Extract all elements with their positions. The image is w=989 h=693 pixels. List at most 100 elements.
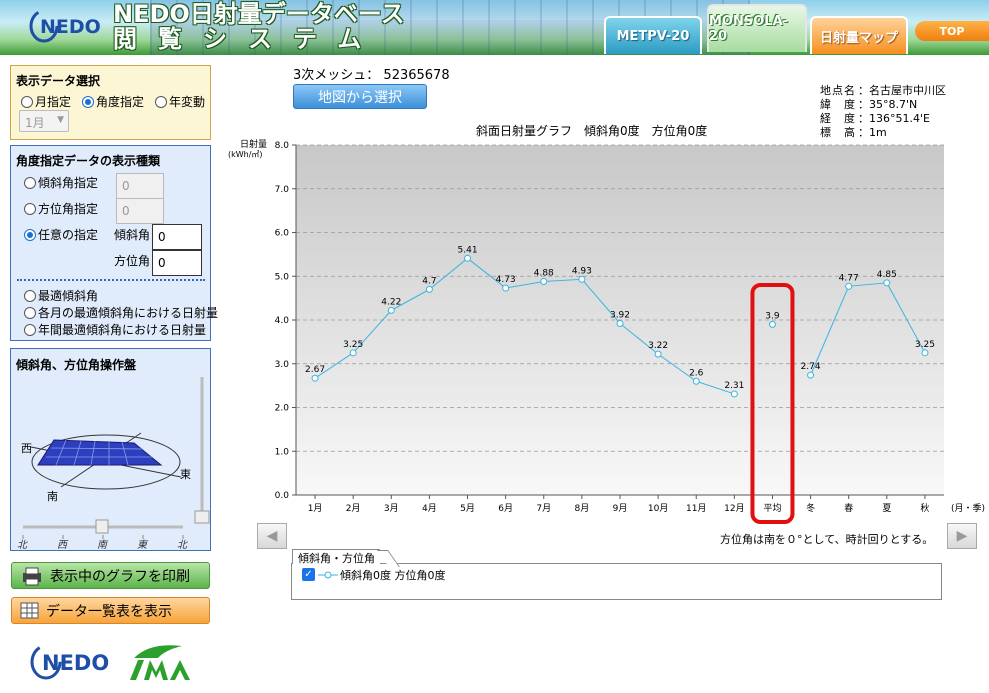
radio-angle-circle[interactable] — [82, 96, 94, 108]
show-data-table-button[interactable]: データ一覧表を表示 — [11, 597, 210, 624]
nedo-logo[interactable]: NEDO — [28, 7, 106, 45]
azimuth-note: 方位角は南を０°として、時計回りとする。 — [720, 533, 934, 546]
location-info: 地点名 ：名古屋市中川区 緯 度：35°8.7'N 経 度：136°51.4'E … — [820, 84, 946, 140]
chart-next-button[interactable]: ▶ — [947, 523, 977, 549]
x-tick-label: 夏 — [882, 503, 891, 514]
radio-yearly-circle[interactable] — [155, 96, 167, 108]
data-label: 3.25 — [343, 340, 363, 350]
south-label: 南 — [47, 490, 58, 503]
select-from-map-button[interactable]: 地図から選択 — [293, 84, 427, 109]
data-label: 2.6 — [689, 368, 704, 378]
tab-metpv-20[interactable]: METPV-20 — [604, 16, 702, 54]
radio-tilt-spec-circle[interactable] — [24, 177, 36, 189]
legend-series-marker — [318, 571, 338, 579]
radio-azimuth-spec-circle[interactable] — [24, 203, 36, 215]
y-tick-label: 2.0 — [275, 404, 290, 414]
data-point — [464, 254, 472, 262]
radio-azimuth-spec-label: 方位角指定 — [38, 202, 99, 216]
location-row-lon: 経 度：136°51.4'E — [820, 112, 930, 125]
radio-monthly-optimal-circle[interactable] — [24, 307, 36, 319]
y-axis-unit: (kWh/㎡) — [228, 150, 263, 159]
angle-operation-panel: 傾斜角、方位角操作盤 西 東 南 北 西 南 東 北 — [10, 348, 211, 551]
legend-checkbox[interactable]: ✓ — [302, 568, 315, 581]
print-graph-button[interactable]: 表示中のグラフを印刷 — [11, 562, 210, 589]
azimuth-slider-handle[interactable] — [95, 519, 109, 534]
radio-optimal-tilt-circle[interactable] — [24, 290, 36, 302]
data-point — [921, 349, 929, 357]
radio-angle[interactable]: 角度指定 — [82, 93, 144, 110]
data-label: 2.31 — [724, 381, 744, 391]
radio-monthly[interactable]: 月指定 — [21, 93, 71, 110]
radio-monthly-optimal-label: 各月の最適傾斜角における日射量 — [38, 306, 219, 320]
show-data-table-label: データ一覧表を表示 — [46, 603, 172, 620]
top-button[interactable]: TOP — [915, 21, 989, 41]
data-label: 4.93 — [572, 266, 592, 276]
x-tick-label: 1月 — [308, 503, 323, 514]
data-point — [578, 275, 586, 283]
chart-prev-button[interactable]: ◀ — [257, 523, 287, 549]
x-tick-label: 冬 — [806, 502, 815, 514]
data-label: 2.74 — [801, 362, 821, 372]
custom-tilt-input[interactable]: 0 — [152, 224, 202, 250]
printer-icon — [23, 567, 41, 585]
azimuth-spec-input[interactable]: 0 — [116, 198, 164, 224]
data-point — [692, 377, 700, 385]
chevron-right-icon: ▶ — [956, 528, 968, 544]
data-label: 2.67 — [305, 365, 325, 375]
display-data-panel: 表示データ選択 月指定 角度指定 年変動 1月 ▼ — [10, 65, 211, 140]
y-tick-label: 5.0 — [275, 272, 290, 282]
data-point — [349, 349, 357, 357]
scale-south: 南 — [97, 539, 109, 551]
data-label: 4.85 — [877, 270, 897, 280]
data-label: 4.77 — [839, 273, 859, 283]
footer-logos: NEDO — [30, 644, 190, 680]
site-title-line2: 閲覧システム — [113, 25, 383, 53]
radio-azimuth-spec[interactable]: 方位角指定 — [24, 200, 98, 217]
dotted-divider — [17, 279, 205, 281]
radio-yearly[interactable]: 年変動 — [155, 93, 205, 110]
east-label: 東 — [180, 468, 191, 481]
mesh-label: 3次メッシュ： — [293, 68, 380, 83]
location-row-lat: 緯 度：35°8.7'N — [820, 98, 918, 111]
print-graph-label: 表示中のグラフを印刷 — [50, 568, 190, 585]
tab-irradiance-map[interactable]: 日射量マップ — [810, 16, 908, 54]
radio-custom-spec[interactable]: 任意の指定 — [24, 226, 98, 243]
radio-custom-spec-label: 任意の指定 — [38, 228, 99, 242]
radio-tilt-spec[interactable]: 傾斜角指定 — [24, 174, 98, 191]
irradiance-chart: 日射量 (kWh/㎡) 0.0 1.0 2.0 3.0 4.0 5.0 6.0 7.0 8.0 1… — [228, 138, 985, 524]
scale-north-right: 北 — [177, 539, 188, 551]
tilt-spec-input[interactable]: 0 — [116, 173, 164, 199]
data-point — [425, 285, 433, 293]
data-point — [883, 279, 891, 287]
radio-yearly-label: 年変動 — [169, 95, 206, 109]
data-label: 3.9 — [765, 311, 780, 321]
nedo-footer-logo: NEDO — [30, 644, 109, 680]
x-tick-label: 5月 — [460, 503, 475, 514]
radio-annual-optimal[interactable]: 年間最適傾斜角における日射量 — [24, 321, 206, 338]
month-select[interactable]: 1月 ▼ — [19, 110, 69, 132]
data-point — [540, 278, 548, 285]
radio-annual-optimal-circle[interactable] — [24, 324, 36, 336]
nedo-logo-text: NEDO — [40, 16, 101, 38]
y-tick-label: 6.0 — [275, 229, 290, 239]
radio-monthly-label: 月指定 — [35, 95, 72, 109]
custom-azimuth-label: 方位角 — [114, 254, 151, 268]
y-tick-label: 4.0 — [275, 316, 290, 326]
y-axis-label: 日射量 — [240, 138, 267, 150]
tilt-slider-handle[interactable] — [194, 510, 210, 524]
x-tick-label: 7月 — [536, 503, 551, 514]
radio-monthly-optimal[interactable]: 各月の最適傾斜角における日射量 — [24, 304, 218, 321]
radio-tilt-spec-label: 傾斜角指定 — [38, 176, 99, 190]
custom-azimuth-input[interactable]: 0 — [152, 250, 202, 276]
chevron-down-icon: ▼ — [57, 115, 64, 125]
panel-3d-view[interactable]: 西 東 南 北 西 南 東 北 — [11, 369, 210, 551]
radio-custom-spec-circle[interactable] — [24, 229, 36, 241]
radio-monthly-circle[interactable] — [21, 96, 33, 108]
radio-optimal-tilt[interactable]: 最適傾斜角 — [24, 287, 98, 304]
nedo-footer-text: NEDO — [42, 651, 109, 675]
x-tick-label: 8月 — [575, 503, 590, 514]
data-point — [807, 371, 815, 379]
x-tick-label: 9月 — [613, 503, 628, 514]
data-point — [768, 320, 776, 328]
tab-monsola-20[interactable]: MONSOLA-20 — [707, 4, 807, 52]
